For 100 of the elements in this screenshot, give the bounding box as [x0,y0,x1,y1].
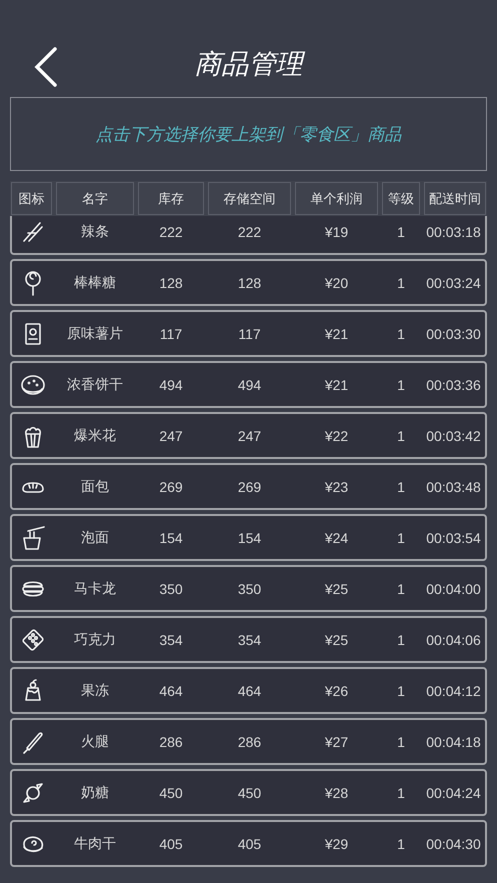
stock-cell-text: 494 [158,376,184,392]
delivery-time-cell-text: 00:04:06 [426,632,482,648]
profit-cell-text: ¥27 [324,734,350,750]
delivery-time-cell-text: 00:03:48 [426,478,482,494]
chocolate-icon [20,626,46,652]
stock-cell-text: 222 [158,224,184,240]
column-header: 等级 [382,182,420,215]
level-cell-text: 1 [396,274,406,290]
level-cell-text: 1 [396,580,406,596]
product-row[interactable]: 马卡龙 350 350 ¥25 1 00:04:00 [10,565,487,612]
stock-cell-text: 405 [158,836,184,852]
product-row[interactable]: 辣条 222 222 ¥19 1 00:03:18 [10,216,487,255]
product-name: 巧克力 [73,630,117,648]
stock-cell-text: 450 [158,784,184,800]
delivery-time-cell-text: 00:04:24 [426,784,482,800]
product-name: 火腿 [80,732,110,750]
level-cell-text: 1 [396,682,406,698]
product-row[interactable]: 原味薯片 117 117 ¥21 1 00:03:30 [10,310,487,357]
product-name: 牛肉干 [73,834,117,852]
profit-cell-text: ¥21 [324,376,350,392]
delivery-time-cell-text: 00:03:24 [426,274,482,290]
storage-cell-text: 269 [236,478,262,494]
product-name: 原味薯片 [66,324,124,342]
product-row[interactable]: 面包 269 269 ¥23 1 00:03:48 [10,463,487,510]
level-cell-text: 1 [396,836,406,852]
delivery-time-cell-text: 00:03:42 [426,428,482,444]
column-header: 存储空间 [208,182,291,215]
delivery-time-cell-text: 00:03:30 [426,326,482,342]
product-row[interactable]: 火腿 286 286 ¥27 1 00:04:18 [10,718,487,765]
level-cell-text: 1 [396,428,406,444]
storage-cell-text: 405 [236,836,262,852]
storage-cell-text: 117 [237,326,262,342]
back-icon[interactable] [34,47,58,87]
delivery-time-cell-text: 00:04:00 [426,580,482,596]
product-name: 泡面 [80,528,110,546]
profit-cell-text: ¥23 [324,478,350,494]
level-cell-text: 1 [396,224,406,240]
profit-cell-text: ¥20 [324,274,350,290]
stock-cell-text: 117 [158,326,184,342]
storage-cell-text: 128 [236,274,262,290]
profit-cell-text: ¥26 [324,682,350,698]
noodle-cup-icon [20,524,46,550]
product-row[interactable]: 牛肉干 405 405 ¥29 1 00:04:30 [10,820,487,867]
product-row[interactable]: 棒棒糖 128 128 ¥20 1 00:03:24 [10,259,487,306]
storage-cell-text: 350 [236,580,262,596]
product-row[interactable]: 奶糖 450 450 ¥28 1 00:04:24 [10,769,487,816]
level-cell-text: 1 [396,734,406,750]
delivery-time-cell-text: 00:03:36 [426,376,482,392]
delivery-time-cell-text: 00:03:54 [426,530,482,546]
storage-cell-text: 154 [236,530,262,546]
storage-cell-text: 222 [236,224,262,240]
product-row[interactable]: 果冻 464 464 ¥26 1 00:04:12 [10,667,487,714]
level-cell-text: 1 [396,478,406,494]
level-cell-text: 1 [396,376,406,392]
profit-cell-text: ¥25 [324,580,350,596]
product-name: 棒棒糖 [73,274,117,292]
product-row[interactable]: 爆米花 247 247 ¥22 1 00:03:42 [10,412,487,459]
column-header: 图标 [11,182,52,215]
product-name: 马卡龙 [73,580,117,598]
profit-cell-text: ¥25 [324,632,350,648]
profit-cell-text: ¥22 [324,428,350,444]
product-name: 面包 [80,478,110,496]
stock-cell-text: 154 [158,530,184,546]
product-name: 爆米花 [73,426,117,444]
column-header: 单个利润 [295,182,378,215]
storage-cell-text: 450 [236,784,262,800]
storage-cell-text: 494 [236,376,262,392]
level-cell-text: 1 [396,632,406,648]
profit-cell-text: ¥29 [324,836,350,852]
column-header: 名字 [56,182,134,215]
product-name: 浓香饼干 [66,376,124,394]
profit-cell-text: ¥28 [324,784,350,800]
product-name: 辣条 [80,222,110,240]
product-row[interactable]: 浓香饼干 494 494 ¥21 1 00:03:36 [10,361,487,408]
product-row[interactable]: 巧克力 354 354 ¥25 1 00:04:06 [10,616,487,663]
instruction-text: 点击下方选择你要上架到「零食区」商品 [96,124,402,146]
profit-cell-text: ¥21 [324,326,350,342]
column-header: 配送时间 [424,182,486,215]
level-cell-text: 1 [396,326,406,342]
profit-cell-text: ¥24 [324,530,350,546]
stock-cell-text: 354 [158,632,184,648]
delivery-time-cell-text: 00:04:18 [426,734,482,750]
delivery-time-cell-text: 00:03:18 [426,224,482,240]
stock-cell-text: 247 [158,428,184,444]
storage-cell-text: 247 [236,428,262,444]
profit-cell-text: ¥19 [324,224,350,240]
stock-cell-text: 350 [158,580,184,596]
product-name: 奶糖 [80,784,110,802]
product-row[interactable]: 泡面 154 154 ¥24 1 00:03:54 [10,514,487,561]
storage-cell-text: 354 [236,632,262,648]
stock-cell-text: 128 [158,274,184,290]
stock-cell-text: 286 [158,734,184,750]
stock-cell-text: 464 [158,682,184,698]
level-cell-text: 1 [396,530,406,546]
delivery-time-cell-text: 00:04:12 [426,682,482,698]
storage-cell-text: 286 [236,734,262,750]
storage-cell-text: 464 [236,682,262,698]
delivery-time-cell-text: 00:04:30 [426,836,482,852]
column-header: 库存 [138,182,204,215]
product-name: 果冻 [80,682,110,700]
